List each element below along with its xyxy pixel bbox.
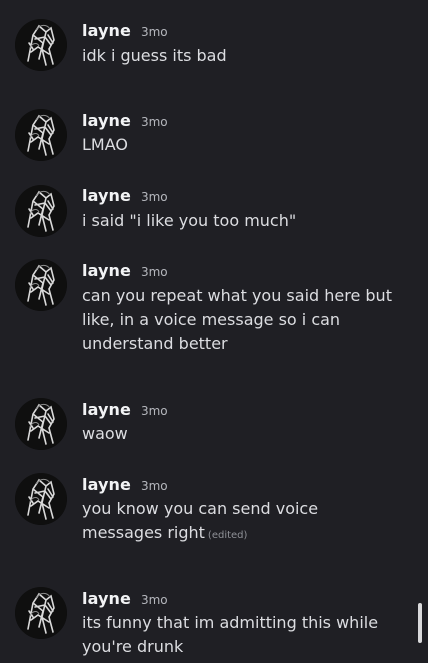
username[interactable]: layne: [82, 589, 131, 608]
message-text: idk i guess its bad: [82, 44, 402, 68]
message-text: LMAO: [82, 133, 402, 157]
user-avatar-icon[interactable]: [15, 398, 67, 450]
user-avatar-icon[interactable]: [15, 185, 67, 237]
timestamp[interactable]: 3mo: [141, 265, 168, 279]
user-avatar-icon[interactable]: [15, 587, 67, 639]
chat-message-list: layne 3mo idk i guess its bad layne 3mo …: [0, 0, 428, 663]
username[interactable]: layne: [82, 111, 131, 130]
message-text-value: idk i guess its bad: [82, 46, 227, 65]
username[interactable]: layne: [82, 400, 131, 419]
message-text: waow: [82, 422, 402, 446]
timestamp[interactable]: 3mo: [141, 479, 168, 493]
username[interactable]: layne: [82, 186, 131, 205]
message-text-value: can you repeat what you said here but li…: [82, 286, 392, 353]
message-text-value: its funny that im admitting this while y…: [82, 613, 379, 656]
timestamp[interactable]: 3mo: [141, 404, 168, 418]
message-text: its funny that im admitting this while y…: [82, 611, 402, 659]
user-avatar-icon[interactable]: [15, 259, 67, 311]
timestamp[interactable]: 3mo: [141, 593, 168, 607]
username[interactable]: layne: [82, 475, 131, 494]
message-text-value: i said "i like you too much": [82, 211, 297, 230]
message-text-value: you know you can send voice messages rig…: [82, 499, 319, 542]
user-avatar-icon[interactable]: [15, 473, 67, 525]
username[interactable]: layne: [82, 261, 131, 280]
username[interactable]: layne: [82, 21, 131, 40]
scrollbar-thumb[interactable]: [418, 603, 422, 643]
timestamp[interactable]: 3mo: [141, 25, 168, 39]
edited-label: (edited): [207, 530, 248, 541]
message-text-value: LMAO: [82, 135, 128, 154]
message-text: can you repeat what you said here but li…: [82, 284, 402, 356]
user-avatar-icon[interactable]: [15, 109, 67, 161]
message-text: you know you can send voice messages rig…: [82, 497, 402, 548]
user-avatar-icon[interactable]: [15, 19, 67, 71]
message-text: i said "i like you too much": [82, 209, 402, 233]
timestamp[interactable]: 3mo: [141, 190, 168, 204]
message-text-value: waow: [82, 424, 128, 443]
timestamp[interactable]: 3mo: [141, 115, 168, 129]
